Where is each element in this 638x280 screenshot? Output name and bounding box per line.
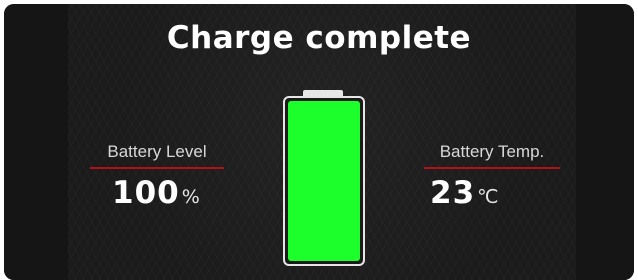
battery-temp-label: Battery Temp. — [424, 142, 560, 169]
battery-level-stat: Battery Level 100% — [90, 142, 230, 211]
battery-level-readout: 100% — [90, 175, 230, 211]
battery-temp-value: 23 — [430, 175, 476, 211]
page-title: Charge complete — [166, 20, 472, 56]
battery-temp-unit: ℃ — [477, 186, 499, 208]
battery-temp-readout: 23 ℃ — [424, 175, 564, 211]
battery-level-label: Battery Level — [90, 142, 224, 169]
battery-level-unit: % — [181, 186, 200, 208]
battery-fill — [288, 101, 360, 261]
battery-temp-stat: Battery Temp. 23 ℃ — [424, 142, 564, 211]
battery-level-value: 100 — [112, 175, 180, 211]
charge-screen: Charge complete Battery Level 100% Batte… — [4, 4, 634, 280]
battery-icon — [283, 90, 365, 266]
battery-body — [283, 96, 365, 266]
